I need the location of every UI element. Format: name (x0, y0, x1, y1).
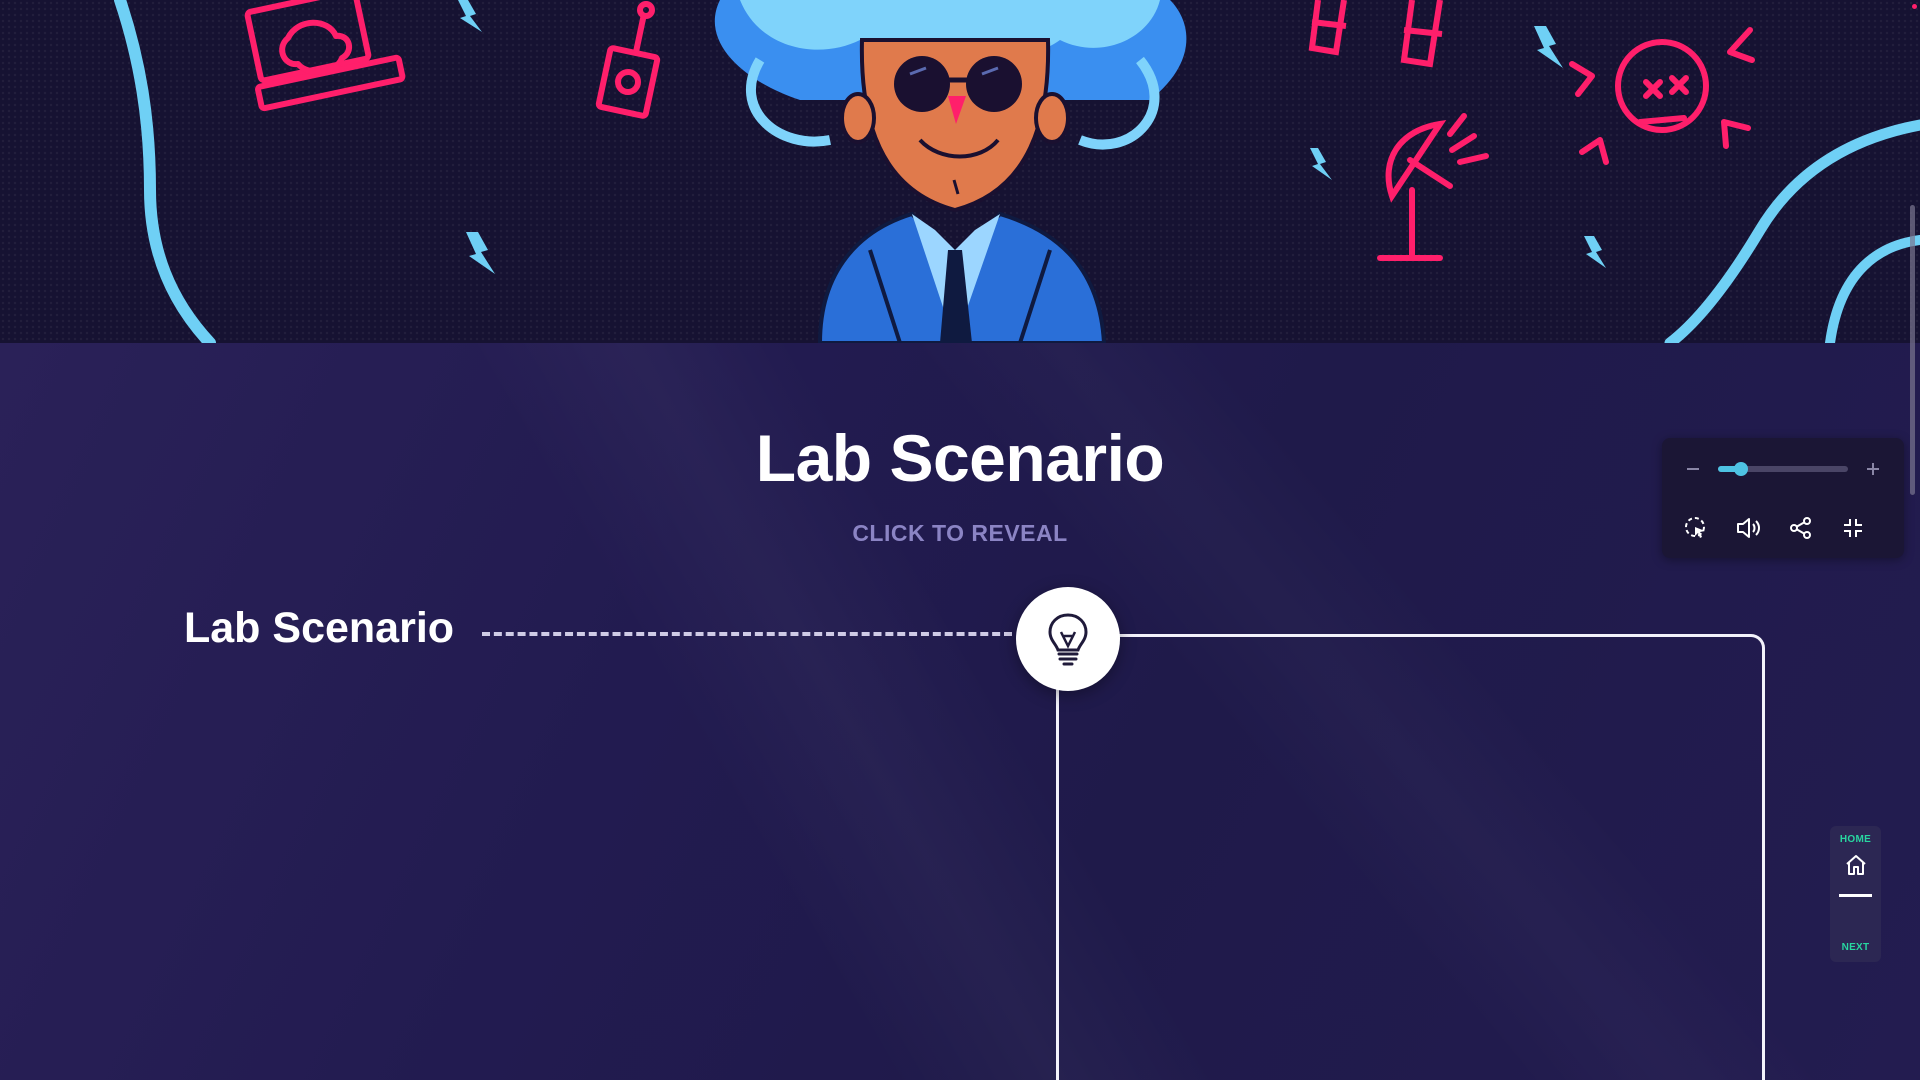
zoom-slider[interactable] (1718, 462, 1848, 476)
home-label[interactable]: HOME (1830, 834, 1881, 845)
dashed-connector (482, 632, 1012, 636)
lightbulb-icon (1048, 613, 1088, 666)
volume-icon (1737, 518, 1760, 538)
collapse-icon (1844, 519, 1862, 537)
exit-fullscreen-button[interactable] (1837, 512, 1869, 544)
reveal-button[interactable] (1016, 587, 1120, 691)
volume-button[interactable] (1732, 512, 1764, 544)
reveal-frame-left-edge (1056, 634, 1059, 1080)
scenario-label: Lab Scenario (184, 604, 455, 652)
home-button[interactable] (1842, 850, 1869, 880)
click-to-reveal-hint: CLICK TO REVEAL (852, 520, 1068, 546)
hero-illustration (114, 0, 1920, 343)
plus-icon (1867, 463, 1879, 475)
next-button[interactable]: NEXT (1830, 942, 1881, 953)
share-button[interactable] (1785, 512, 1817, 544)
interaction-button[interactable] (1680, 512, 1712, 544)
side-navigation: HOME NEXT (1830, 826, 1881, 962)
nav-divider (1839, 894, 1872, 897)
hero-banner (0, 0, 1920, 343)
share-icon (1790, 517, 1811, 539)
zoom-slider-thumb[interactable] (1734, 462, 1749, 476)
page: Lab Scenario CLICK TO REVEAL Lab Scenari… (0, 0, 1920, 1080)
reveal-content-frame (1056, 634, 1765, 1080)
corner-indicator (1912, 4, 1917, 9)
media-controls-panel (1662, 438, 1904, 558)
minus-icon (1687, 468, 1699, 470)
page-title: Lab Scenario (755, 421, 1165, 495)
zoom-in-button[interactable] (1860, 456, 1886, 482)
zoom-out-button[interactable] (1680, 456, 1706, 482)
scrollbar[interactable] (1910, 205, 1915, 495)
home-icon (1845, 855, 1866, 875)
cursor-click-icon (1685, 517, 1705, 538)
